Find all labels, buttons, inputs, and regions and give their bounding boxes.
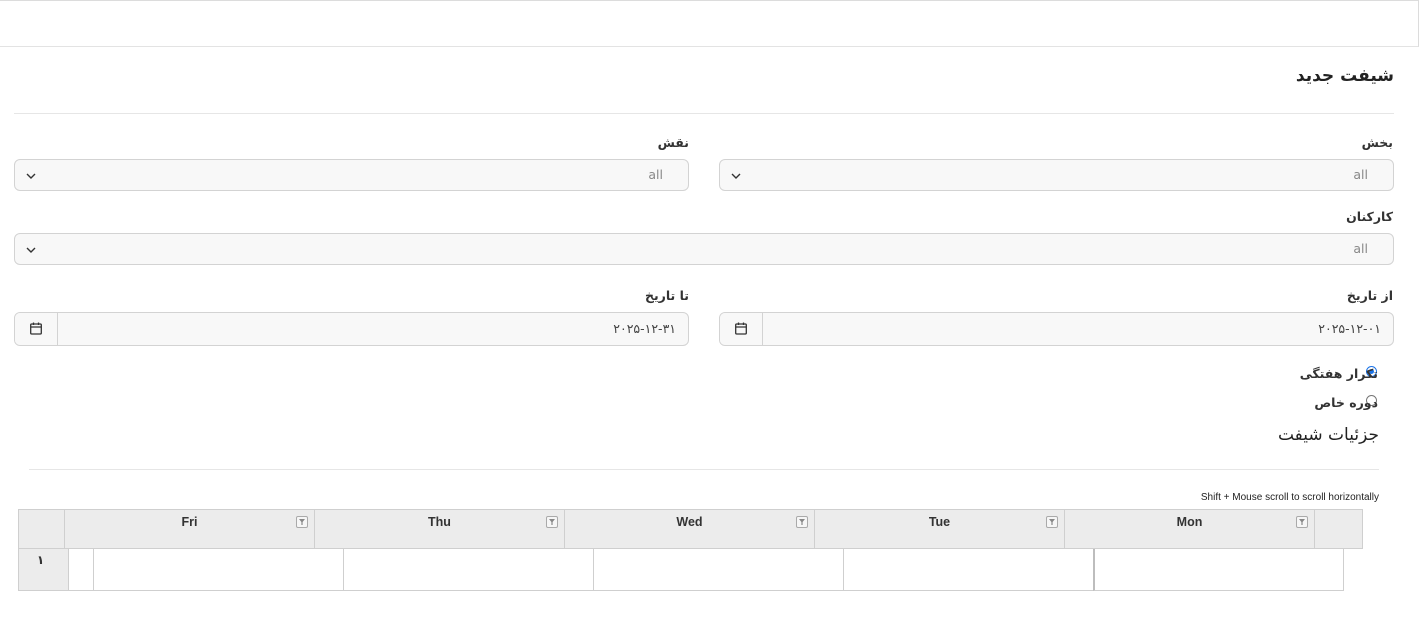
row-spacer-cell [68,549,94,591]
grid-end-header [1314,509,1363,549]
column-header-label: Tue [928,515,951,529]
custom-period-label: دوره خاص [1314,395,1378,410]
cell-tue[interactable] [843,549,1093,591]
section-divider [29,469,1379,470]
column-header-mon[interactable]: Mon [1064,509,1314,549]
filter-icon[interactable] [796,516,808,528]
staff-select[interactable]: all [14,233,1394,265]
column-header-thu[interactable]: Thu [314,509,564,549]
to-date-input[interactable]: ۲۰۲۵-۱۲-۳۱ [14,312,689,346]
role-label: نقش [657,135,689,150]
calendar-icon [735,322,747,335]
filter-icon[interactable] [1046,516,1058,528]
staff-value: all [1353,241,1368,256]
cell-mon[interactable] [1093,549,1344,591]
chevron-down-icon [26,173,36,179]
top-bar [0,0,1419,47]
column-header-label: Fri [181,515,198,529]
role-select[interactable]: all [14,159,689,191]
title-divider [14,113,1394,114]
column-header-label: Mon [1176,515,1203,529]
from-date-calendar-button[interactable] [720,313,763,345]
chevron-down-icon [26,247,36,253]
to-date-label: تا تاریخ [644,288,689,303]
cell-fri[interactable] [93,549,343,591]
filter-icon[interactable] [1296,516,1308,528]
scroll-hint: Shift + Mouse scroll to scroll horizonta… [1200,492,1379,503]
calendar-icon [30,322,42,335]
to-date-calendar-button[interactable] [15,313,58,345]
column-header-label: Thu [428,515,451,529]
to-date-value: ۲۰۲۵-۱۲-۳۱ [613,321,676,336]
weekly-repeat-label: تکرار هفتگی [1299,366,1378,381]
filter-icon[interactable] [296,516,308,528]
column-header-label: Wed [676,515,703,529]
cell-thu[interactable] [343,549,593,591]
chevron-down-icon [731,173,741,179]
page-title: شیفت جدید [1295,66,1394,86]
shift-grid: Fri Thu Wed Tue Mon ۱ [18,509,1363,591]
row-number: ۱ [18,549,68,591]
column-header-wed[interactable]: Wed [564,509,814,549]
from-date-value: ۲۰۲۵-۱۲-۰۱ [1318,321,1381,336]
department-value: all [1353,167,1368,182]
cell-wed[interactable] [593,549,843,591]
staff-label: کارکنان [1346,209,1393,224]
department-select[interactable]: all [719,159,1394,191]
filter-icon[interactable] [546,516,558,528]
column-header-fri[interactable]: Fri [64,509,314,549]
column-header-tue[interactable]: Tue [814,509,1064,549]
from-date-input[interactable]: ۲۰۲۵-۱۲-۰۱ [719,312,1394,346]
shift-details-title: جزئیات شیفت [1277,425,1379,445]
grid-corner-header [18,509,64,549]
role-value: all [648,167,663,182]
department-label: بخش [1361,135,1393,150]
from-date-label: از تاریخ [1346,288,1393,303]
